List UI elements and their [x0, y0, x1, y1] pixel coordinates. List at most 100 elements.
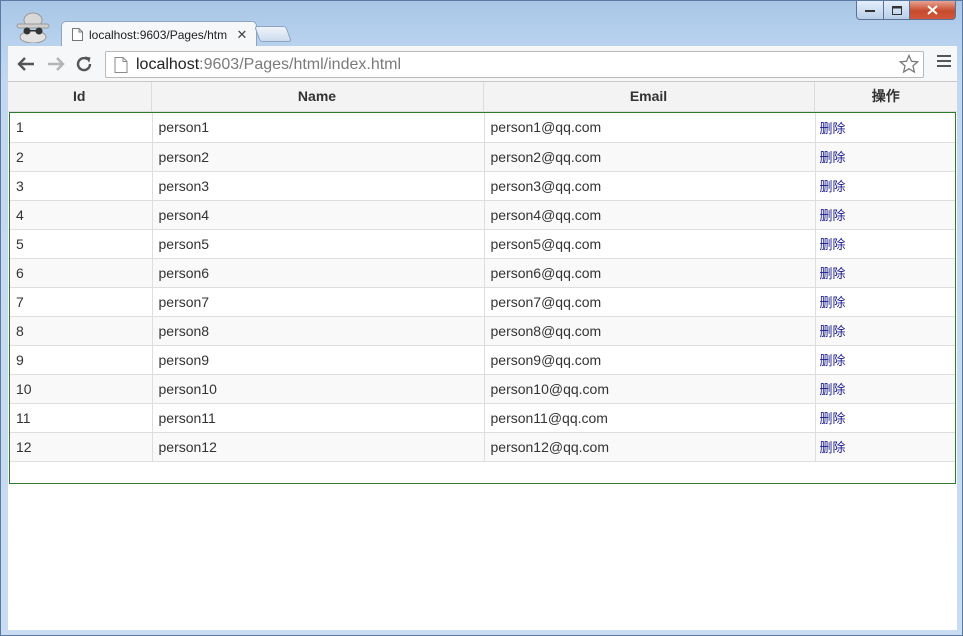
delete-link[interactable]: 删除 — [820, 267, 846, 282]
cell-name: person9 — [152, 345, 485, 375]
cell-name: person11 — [152, 403, 485, 433]
star-icon[interactable] — [899, 54, 919, 74]
delete-link[interactable]: 删除 — [820, 296, 846, 311]
cell-email: person2@qq.com — [484, 142, 816, 172]
maximize-icon — [891, 5, 902, 15]
cell-action: 删除 — [815, 229, 955, 259]
table-row: 7 person7 person7@qq.com 删除 — [10, 287, 955, 317]
forward-arrow-icon — [48, 57, 65, 71]
maximize-button[interactable] — [884, 1, 910, 20]
cell-action: 删除 — [815, 113, 955, 143]
delete-link[interactable]: 删除 — [820, 122, 846, 137]
cell-action: 删除 — [815, 287, 955, 317]
data-table: 1 person1 person1@qq.com 删除 2 person2 person2@… — [10, 113, 955, 462]
url-path: :9603/Pages/html/index.html — [199, 55, 402, 73]
reload-button[interactable] — [72, 53, 96, 75]
delete-link[interactable]: 删除 — [820, 441, 846, 456]
minimize-button[interactable] — [856, 1, 884, 20]
address-bar[interactable]: localhost:9603/Pages/html/index.html — [105, 51, 924, 78]
close-icon — [927, 5, 938, 15]
column-header-id[interactable]: Id — [8, 82, 152, 112]
cell-action: 删除 — [815, 258, 955, 288]
table-row: 5 person5 person5@qq.com 删除 — [10, 229, 955, 259]
cell-id: 11 — [10, 403, 153, 433]
cell-id: 9 — [10, 345, 153, 375]
cell-email: person9@qq.com — [484, 345, 816, 375]
cell-name: person2 — [152, 142, 485, 172]
cell-email: person10@qq.com — [484, 374, 816, 404]
delete-link[interactable]: 删除 — [820, 383, 846, 398]
cell-name: person8 — [152, 316, 485, 346]
cell-action: 删除 — [815, 316, 955, 346]
page-icon — [72, 28, 83, 41]
cell-email: person5@qq.com — [484, 229, 816, 259]
cell-name: person1 — [152, 113, 485, 143]
cell-action: 删除 — [815, 200, 955, 230]
page-content: Id Name Email 操作 1 person1 person1@qq.com 删… — [8, 82, 957, 630]
window-controls — [856, 1, 956, 20]
grid-body: 1 person1 person1@qq.com 删除 2 person2 person2@… — [9, 112, 956, 484]
browser-tab[interactable]: localhost:9603/Pages/htm ✕ — [61, 21, 257, 47]
cell-id: 2 — [10, 142, 153, 172]
delete-link[interactable]: 删除 — [820, 180, 846, 195]
table-row: 11 person11 person11@qq.com 删除 — [10, 403, 955, 433]
back-arrow-icon — [17, 57, 34, 71]
cell-id: 7 — [10, 287, 153, 317]
column-header-name[interactable]: Name — [151, 82, 484, 112]
cell-name: person10 — [152, 374, 485, 404]
incognito-icon — [16, 12, 50, 43]
forward-button[interactable] — [44, 53, 68, 75]
table-row: 3 person3 person3@qq.com 删除 — [10, 171, 955, 201]
reload-icon — [76, 56, 92, 72]
minimize-icon — [865, 10, 875, 12]
column-header-action[interactable]: 操作 — [814, 82, 957, 112]
cell-email: person4@qq.com — [484, 200, 816, 230]
cell-id: 8 — [10, 316, 153, 346]
delete-link[interactable]: 删除 — [820, 151, 846, 166]
delete-link[interactable]: 删除 — [820, 238, 846, 253]
grid-header: Id Name Email 操作 — [8, 82, 957, 112]
delete-link[interactable]: 删除 — [820, 325, 846, 340]
url-host: localhost — [136, 55, 200, 73]
cell-action: 删除 — [815, 403, 955, 433]
table-row: 10 person10 person10@qq.com 删除 — [10, 374, 955, 404]
url-text: localhost:9603/Pages/html/index.html — [136, 56, 401, 74]
cell-action: 删除 — [815, 345, 955, 375]
cell-id: 3 — [10, 171, 153, 201]
cell-id: 12 — [10, 432, 153, 462]
table-row: 6 person6 person6@qq.com 删除 — [10, 258, 955, 288]
page-icon — [114, 56, 128, 73]
menu-icon[interactable] — [937, 55, 951, 70]
back-button[interactable] — [14, 53, 38, 75]
delete-link[interactable]: 删除 — [820, 209, 846, 224]
cell-email: person12@qq.com — [484, 432, 816, 462]
table-row: 1 person1 person1@qq.com 删除 — [10, 113, 955, 143]
cell-action: 删除 — [815, 432, 955, 462]
table-row: 12 person12 person12@qq.com 删除 — [10, 432, 955, 462]
cell-action: 删除 — [815, 171, 955, 201]
cell-email: person7@qq.com — [484, 287, 816, 317]
bookmark-bar-blur — [61, 5, 841, 21]
cell-name: person12 — [152, 432, 485, 462]
cell-email: person3@qq.com — [484, 171, 816, 201]
close-window-button[interactable] — [910, 1, 956, 20]
new-tab-button[interactable] — [254, 26, 292, 42]
cell-email: person8@qq.com — [484, 316, 816, 346]
cell-email: person11@qq.com — [484, 403, 816, 433]
cell-id: 6 — [10, 258, 153, 288]
tab-close-icon[interactable]: ✕ — [234, 27, 250, 43]
cell-id: 10 — [10, 374, 153, 404]
column-header-email[interactable]: Email — [483, 82, 815, 112]
table-row: 9 person9 person9@qq.com 删除 — [10, 345, 955, 375]
cell-action: 删除 — [815, 374, 955, 404]
table-row: 2 person2 person2@qq.com 删除 — [10, 142, 955, 172]
table-row: 4 person4 person4@qq.com 删除 — [10, 200, 955, 230]
delete-link[interactable]: 删除 — [820, 412, 846, 427]
cell-name: person6 — [152, 258, 485, 288]
cell-name: person3 — [152, 171, 485, 201]
cell-id: 5 — [10, 229, 153, 259]
cell-name: person4 — [152, 200, 485, 230]
cell-email: person6@qq.com — [484, 258, 816, 288]
delete-link[interactable]: 删除 — [820, 354, 846, 369]
cell-action: 删除 — [815, 142, 955, 172]
